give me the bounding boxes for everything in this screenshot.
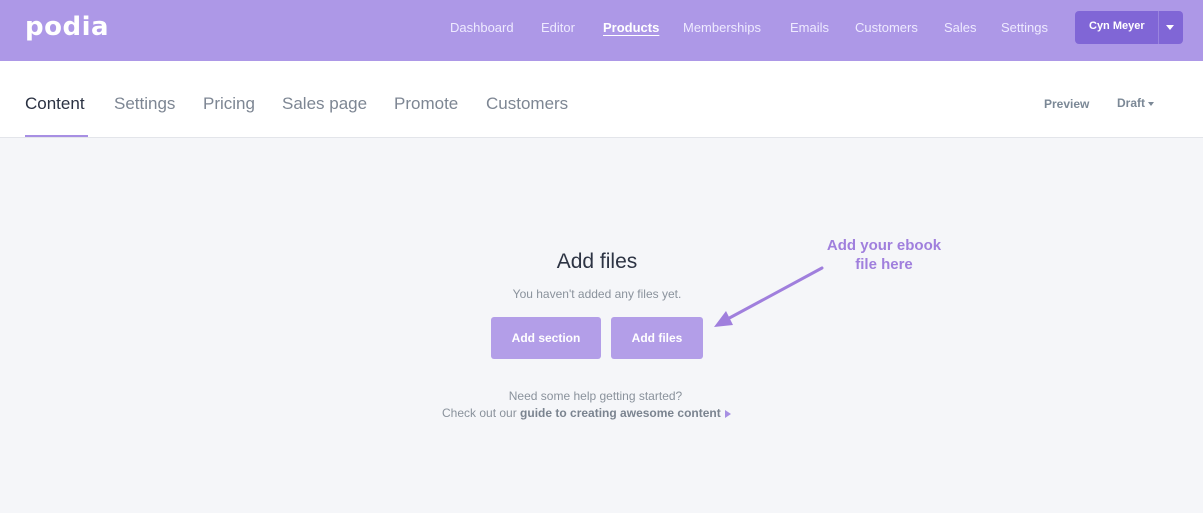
help-text: Need some help getting started? [508,389,683,403]
nav-dashboard[interactable]: Dashboard [450,20,514,35]
play-arrow-icon [724,410,731,418]
add-files-button[interactable]: Add files [611,317,703,359]
tab-promote[interactable]: Promote [394,94,458,114]
top-navigation-bar: podia Dashboard Editor Products Membersh… [0,0,1203,61]
guide-link[interactable]: guide to creating awesome content [520,406,721,420]
nav-memberships[interactable]: Memberships [683,20,761,35]
tab-settings[interactable]: Settings [114,94,175,114]
nav-settings[interactable]: Settings [1001,20,1048,35]
help-prefix: Check out our [442,406,521,420]
nav-products[interactable]: Products [603,20,659,35]
caret-down-icon [1148,101,1155,106]
preview-link[interactable]: Preview [1044,97,1089,111]
tab-content[interactable]: Content [25,94,85,114]
nav-emails[interactable]: Emails [790,20,829,35]
empty-state-subtitle: You haven't added any files yet. [512,287,682,301]
callout-line-1: Add your ebook [826,237,942,254]
help-guide-line: Check out our guide to creating awesome … [442,406,731,420]
callout-arrow-icon [714,266,824,327]
caret-down-icon[interactable] [1166,25,1174,30]
button-divider [1158,11,1159,44]
active-tab-indicator [25,135,88,137]
tab-pricing[interactable]: Pricing [203,94,255,114]
main-nav: Dashboard Editor Products Memberships Em… [0,0,1060,61]
user-menu-button[interactable]: Cyn Meyer [1075,11,1183,44]
user-name: Cyn Meyer [1089,20,1145,32]
nav-customers[interactable]: Customers [855,20,918,35]
add-section-button[interactable]: Add section [491,317,601,359]
empty-state-title: Add files [556,250,638,273]
nav-sales[interactable]: Sales [944,20,977,35]
status-label: Draft [1117,96,1146,110]
tab-customers[interactable]: Customers [486,94,568,114]
status-dropdown[interactable]: Draft [1117,96,1155,110]
tab-sales-page[interactable]: Sales page [282,94,367,114]
nav-editor[interactable]: Editor [541,20,575,35]
product-tab-bar: Content Settings Pricing Sales page Prom… [0,61,1203,138]
